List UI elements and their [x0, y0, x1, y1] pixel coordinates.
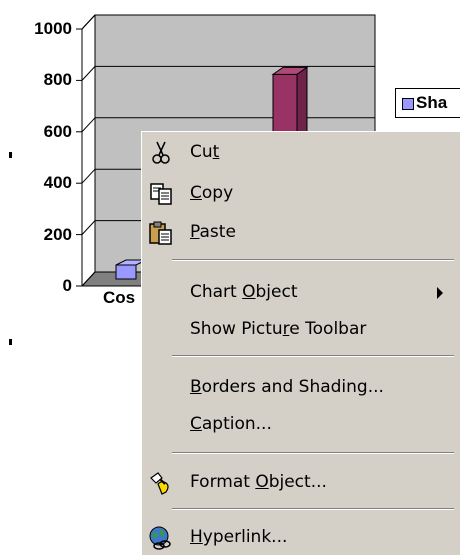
menu-item-paste[interactable]: Paste	[142, 216, 460, 250]
x-tick-label: Cos	[103, 288, 136, 307]
menu-item-label: Copy	[190, 183, 234, 203]
y-tick-label: 200	[43, 224, 72, 244]
menu-item-copy[interactable]: Copy	[142, 177, 460, 211]
menu-item-hyperlink[interactable]: Hyperlink...	[142, 521, 460, 555]
menu-item-show-picture-toolbar[interactable]: Show Picture Toolbar	[142, 313, 460, 347]
copy-icon	[148, 181, 174, 207]
y-tick-label: 600	[43, 121, 72, 141]
scissors-icon	[148, 140, 174, 166]
legend-label: Sha	[416, 93, 448, 112]
bar-low	[115, 264, 137, 280]
format-object-icon	[148, 470, 174, 496]
gridline-depth	[81, 220, 96, 235]
y-tick-label: 1000	[34, 19, 72, 38]
gridline-depth	[81, 66, 96, 81]
context-menu: Cut Copy Paste Chart Object Show Picture…	[141, 131, 460, 555]
menu-item-label: Paste	[190, 222, 236, 242]
paste-icon	[148, 220, 174, 246]
menu-item-chart-object[interactable]: Chart Object	[142, 276, 460, 310]
menu-item-format-object[interactable]: Format Object...	[142, 466, 460, 500]
hyperlink-icon	[148, 525, 174, 551]
menu-item-label: Chart Object	[190, 282, 298, 302]
menu-item-label: Cut	[190, 142, 220, 162]
menu-separator	[172, 452, 454, 454]
gridline-depth	[81, 117, 96, 133]
gridline-depth	[81, 168, 96, 184]
menu-separator	[172, 259, 454, 261]
menu-separator	[172, 355, 454, 357]
y-tick-label: 0	[62, 276, 72, 295]
y-tick-label: 400	[43, 173, 72, 193]
selection-handle[interactable]	[9, 152, 12, 158]
menu-item-label: Caption...	[190, 414, 272, 434]
menu-item-label: Show Picture Toolbar	[190, 319, 367, 339]
legend: Sha	[395, 88, 460, 118]
legend-swatch	[402, 98, 414, 110]
submenu-arrow-icon	[437, 287, 443, 299]
selection-handle[interactable]	[9, 339, 12, 345]
menu-item-label: Borders and Shading...	[190, 377, 384, 397]
gridline-depth	[81, 14, 96, 30]
menu-item-label: Format Object...	[190, 472, 327, 492]
menu-item-borders-shading[interactable]: Borders and Shading...	[142, 371, 460, 405]
menu-item-label: Hyperlink...	[190, 527, 288, 547]
y-tick-label: 800	[43, 70, 72, 90]
menu-item-cut[interactable]: Cut	[142, 136, 460, 170]
menu-separator	[172, 508, 454, 510]
menu-item-caption[interactable]: Caption...	[142, 408, 460, 442]
